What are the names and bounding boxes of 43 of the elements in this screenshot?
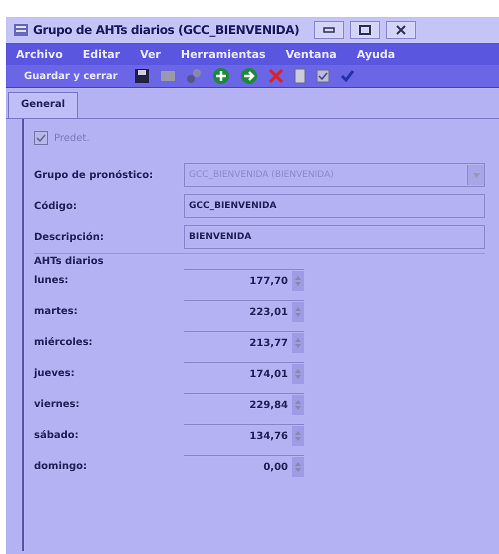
- number-spinner[interactable]: 174,01: [184, 362, 304, 385]
- minimize-icon: [323, 27, 336, 33]
- text-field[interactable]: GCC_BIENVENIDA: [184, 194, 485, 218]
- add-icon[interactable]: [212, 67, 230, 85]
- minimize-button[interactable]: [314, 21, 344, 39]
- day-label: martes:: [34, 306, 79, 317]
- document-icon[interactable]: [294, 68, 306, 84]
- day-label: sábado:: [34, 430, 80, 441]
- field-label: Código:: [34, 200, 78, 212]
- save-and-close-button[interactable]: Guardar y cerrar: [10, 70, 124, 82]
- checkbox-label: Predet.: [54, 132, 90, 144]
- number-spinner[interactable]: 134,76: [184, 424, 304, 447]
- menu-item[interactable]: Ver: [140, 48, 161, 60]
- day-label: domingo:: [34, 461, 88, 472]
- day-label: viernes:: [34, 399, 81, 410]
- close-icon: [396, 25, 406, 35]
- menu-item[interactable]: Ayuda: [356, 48, 396, 60]
- menu-item[interactable]: Editar: [82, 48, 120, 60]
- checkbox-icon[interactable]: [316, 69, 330, 83]
- check-icon[interactable]: [340, 69, 354, 83]
- text-field[interactable]: BIENVENIDA: [184, 225, 485, 249]
- menu-item[interactable]: Ventana: [286, 48, 337, 60]
- number-spinner[interactable]: 177,70: [184, 269, 304, 292]
- day-label: miércoles:: [34, 337, 94, 348]
- section-title: AHTs diarios: [34, 256, 105, 267]
- tab[interactable]: General: [8, 92, 78, 118]
- app-icon: [14, 24, 28, 36]
- number-spinner[interactable]: 213,77: [184, 331, 304, 354]
- number-spinner[interactable]: 223,01: [184, 300, 304, 323]
- field-label: Grupo de pronóstico:: [34, 170, 154, 180]
- number-spinner[interactable]: 229,84: [184, 393, 304, 416]
- maximize-icon: [359, 25, 372, 35]
- day-label: jueves:: [34, 368, 76, 379]
- maximize-button[interactable]: [350, 21, 380, 39]
- caret-icon: [472, 172, 480, 178]
- close-button[interactable]: [386, 21, 416, 39]
- forward-icon[interactable]: [240, 67, 258, 85]
- day-label: lunes:: [34, 275, 70, 286]
- menu-item[interactable]: Archivo: [16, 48, 63, 60]
- menu-item[interactable]: Herramientas: [180, 48, 266, 60]
- field-label: Descripción:: [34, 232, 105, 242]
- number-spinner[interactable]: 0,00: [184, 455, 304, 478]
- window-title: Grupo de AHTs diarios (GCC_BIENVENIDA): [33, 23, 300, 37]
